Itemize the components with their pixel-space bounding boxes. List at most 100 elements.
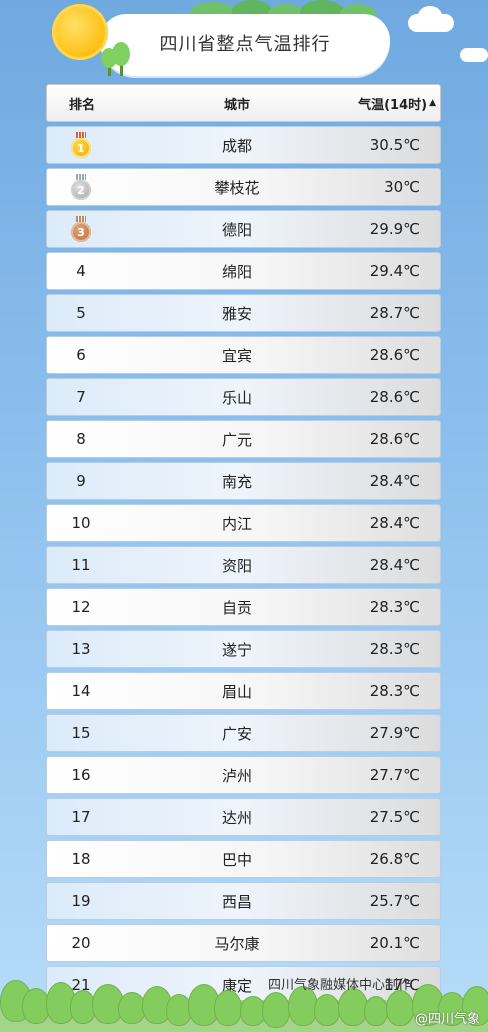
temperature-cell: 30.5℃ [369, 136, 420, 154]
temperature-cell: 28.3℃ [369, 682, 420, 700]
rank-cell: 7 [76, 388, 86, 406]
footer-credit: 四川气象融媒体中心制作 [268, 978, 412, 993]
rank-medal-cell: 1 [47, 127, 115, 163]
city-cell: 攀枝花 [214, 178, 260, 197]
column-header-city[interactable]: 城市 [157, 85, 317, 121]
table-row: 2 攀枝花 30℃ [46, 168, 441, 206]
rank-cell: 4 [76, 262, 86, 280]
city-cell: 马尔康 [214, 934, 260, 953]
rank-cell: 17 [71, 808, 91, 826]
rank-medal-cell: 3 [47, 211, 115, 247]
silver-medal-icon: 2 [71, 174, 91, 200]
rank-cell: 8 [76, 430, 86, 448]
column-header-temp[interactable]: 气温(14时) ▲ [316, 85, 436, 121]
temperature-cell: 28.4℃ [369, 514, 420, 532]
city-cell: 雅安 [221, 304, 252, 323]
table-row: 3 德阳 29.9℃ [46, 210, 441, 248]
city-cell: 宜宾 [221, 346, 252, 365]
temperature-cell: 30℃ [384, 178, 420, 196]
rank-cell: 1 [71, 138, 91, 158]
bronze-medal-icon: 3 [71, 216, 91, 242]
city-cell: 内江 [221, 514, 252, 533]
table-row: 10 内江 28.4℃ [46, 504, 441, 542]
table-row: 6 宜宾 28.6℃ [46, 336, 441, 374]
table-row: 18 巴中 26.8℃ [46, 840, 441, 878]
temperature-cell: 28.6℃ [369, 388, 420, 406]
rank-cell: 14 [71, 682, 91, 700]
rank-cell: 10 [71, 514, 91, 532]
table-row: 19 西昌 25.7℃ [46, 882, 441, 920]
bush-icon [314, 994, 340, 1026]
column-header-rank[interactable]: 排名 [47, 85, 117, 121]
city-cell: 广元 [221, 430, 252, 449]
city-cell: 广安 [221, 724, 252, 743]
rank-cell: 12 [71, 598, 91, 616]
table-row: 4 绵阳 29.4℃ [46, 252, 441, 290]
temperature-cell: 20.1℃ [369, 934, 420, 952]
rank-cell: 11 [71, 556, 91, 574]
city-cell: 成都 [221, 136, 252, 155]
city-cell: 南充 [221, 472, 252, 491]
rank-cell: 2 [71, 180, 91, 200]
table-row: 12 自贡 28.3℃ [46, 588, 441, 626]
table-row: 15 广安 27.9℃ [46, 714, 441, 752]
table-row: 11 资阳 28.4℃ [46, 546, 441, 584]
rank-cell: 20 [71, 934, 91, 952]
bush-icon [386, 990, 414, 1026]
table-row: 1 成都 30.5℃ [46, 126, 441, 164]
page-title: 四川省整点气温排行 [159, 34, 331, 55]
table-row: 7 乐山 28.6℃ [46, 378, 441, 416]
table-header: 排名 城市 气温(14时) ▲ [46, 84, 441, 122]
city-cell: 遂宁 [221, 640, 252, 659]
watermark: @四川气象 [414, 1012, 480, 1027]
temperature-cell: 29.9℃ [369, 220, 420, 238]
city-cell: 泸州 [221, 766, 252, 785]
rank-cell: 16 [71, 766, 91, 784]
rank-medal-cell: 2 [47, 169, 115, 205]
city-cell: 自贡 [221, 598, 252, 617]
temperature-cell: 28.3℃ [369, 640, 420, 658]
temperature-cell: 28.6℃ [369, 346, 420, 364]
column-header-temp-label: 气温(14时) [358, 97, 428, 113]
table-body: 1 成都 30.5℃ 2 攀枝花 30℃ 3 德阳 29.9℃ 4 绵阳 29.4℃ 5 雅安 28.7℃ 6… [46, 126, 441, 1004]
temperature-cell: 27.9℃ [369, 724, 420, 742]
temperature-cell: 28.6℃ [369, 430, 420, 448]
rank-cell: 5 [76, 304, 86, 322]
cloud-icon [418, 6, 442, 26]
table-row: 9 南充 28.4℃ [46, 462, 441, 500]
city-cell: 资阳 [221, 556, 252, 575]
table-row: 16 泸州 27.7℃ [46, 756, 441, 794]
rank-cell: 19 [71, 892, 91, 910]
table-row: 13 遂宁 28.3℃ [46, 630, 441, 668]
rank-cell: 15 [71, 724, 91, 742]
temperature-cell: 28.4℃ [369, 556, 420, 574]
temperature-cell: 29.4℃ [369, 262, 420, 280]
bush-icon [364, 996, 388, 1026]
temperature-cell: 27.5℃ [369, 808, 420, 826]
rank-cell: 9 [76, 472, 86, 490]
temperature-cell: 28.3℃ [369, 598, 420, 616]
city-cell: 绵阳 [221, 262, 252, 281]
temperature-cell: 28.7℃ [369, 304, 420, 322]
temperature-cell: 26.8℃ [369, 850, 420, 868]
caret-up-icon: ▲ [429, 98, 436, 108]
city-cell: 乐山 [221, 388, 252, 407]
gold-medal-icon: 1 [71, 132, 91, 158]
rank-cell: 6 [76, 346, 86, 364]
cloud-icon [460, 48, 488, 62]
city-cell: 达州 [221, 808, 252, 827]
city-cell: 巴中 [221, 850, 252, 869]
city-cell: 眉山 [221, 682, 252, 701]
table-row: 17 达州 27.5℃ [46, 798, 441, 836]
temperature-cell: 25.7℃ [369, 892, 420, 910]
temperature-cell: 27.7℃ [369, 766, 420, 784]
rank-cell: 18 [71, 850, 91, 868]
city-cell: 德阳 [221, 220, 252, 239]
table-row: 20 马尔康 20.1℃ [46, 924, 441, 962]
temperature-cell: 28.4℃ [369, 472, 420, 490]
city-cell: 西昌 [221, 892, 252, 911]
table-row: 14 眉山 28.3℃ [46, 672, 441, 710]
bush-icon [214, 990, 242, 1026]
bush-icon [262, 992, 290, 1028]
rank-cell: 3 [71, 222, 91, 242]
